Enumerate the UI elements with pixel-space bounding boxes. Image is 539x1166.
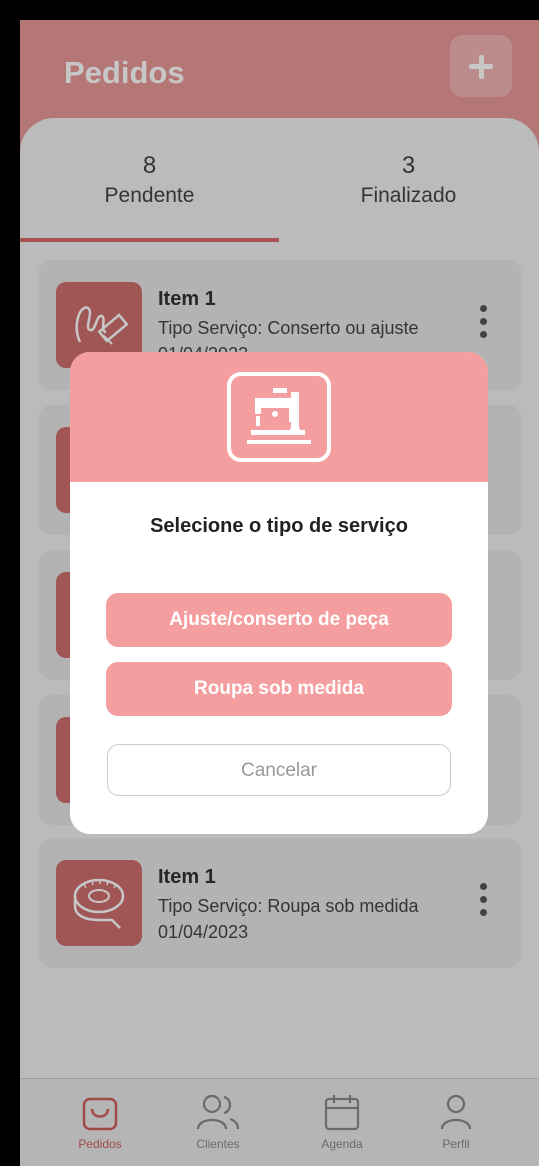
sewing-machine-icon [227,372,331,462]
custom-clothing-button[interactable]: Roupa sob medida [106,662,452,716]
cancel-button[interactable]: Cancelar [107,744,451,796]
modal-header [70,352,488,482]
adjustment-repair-button[interactable]: Ajuste/conserto de peça [106,593,452,647]
modal-title: Selecione o tipo de serviço [150,515,408,537]
app-screen: Pedidos 8 Pendente 3 Finalizado Item 1 T… [20,20,539,1166]
service-type-modal: Selecione o tipo de serviço Ajuste/conse… [70,352,488,834]
